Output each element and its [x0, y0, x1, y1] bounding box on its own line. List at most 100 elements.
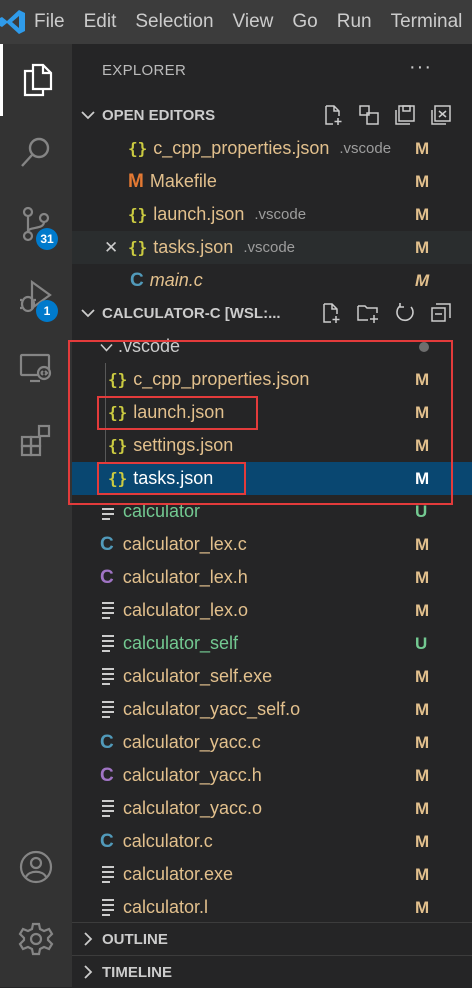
title-menubar: File Edit Selection View Go Run Terminal [0, 0, 472, 44]
file-icon [102, 899, 114, 916]
explorer-activity[interactable] [0, 44, 72, 116]
file-icon [102, 602, 114, 619]
menu-edit[interactable]: Edit [76, 0, 128, 44]
menu-go[interactable]: Go [284, 0, 328, 44]
extensions-icon [20, 424, 51, 457]
file-item[interactable]: calculator_self.exe M [72, 660, 472, 693]
highlight-box-launch-json [97, 396, 258, 430]
git-status-badge: M [415, 270, 430, 290]
workspace-folder-header[interactable]: CALCULATOR-C [WSL:... [72, 297, 472, 329]
refresh-icon[interactable] [394, 302, 416, 324]
open-editor-folder: .vscode [339, 140, 392, 157]
manage-activity[interactable] [0, 903, 72, 975]
open-editor-item[interactable]: {} launch.json .vscode M [72, 198, 472, 231]
new-file-icon[interactable] [320, 302, 342, 324]
open-editor-name: c_cpp_properties.json [153, 138, 330, 158]
vscode-logo-icon[interactable] [0, 0, 26, 44]
chevron-right-icon [74, 965, 102, 979]
toggle-vertical-layout-icon[interactable] [358, 104, 380, 126]
more-actions-button[interactable]: ··· [409, 56, 432, 79]
file-name: calculator_self [123, 633, 239, 653]
outline-title: OUTLINE [102, 930, 168, 948]
git-status-badge: M [415, 138, 430, 158]
menu-selection[interactable]: Selection [127, 0, 224, 44]
open-editors-title: OPEN EDITORS [102, 106, 216, 124]
git-status-badge: U [415, 633, 428, 653]
accounts-activity[interactable] [0, 831, 72, 903]
file-item[interactable]: C calculator_lex.c M [72, 528, 472, 561]
remote-explorer-icon [19, 353, 52, 383]
git-status-badge: M [415, 534, 430, 554]
gear-icon [18, 922, 54, 956]
file-name: calculator_yacc.h [122, 765, 262, 785]
open-editor-folder: .vscode [254, 206, 307, 223]
timeline-header[interactable]: TIMELINE [72, 956, 472, 988]
file-item[interactable]: C calculator_lex.h M [72, 561, 472, 594]
file-item[interactable]: calculator_lex.o M [72, 594, 472, 627]
timeline-title: TIMELINE [102, 963, 172, 981]
makefile-icon: M [128, 170, 144, 192]
open-editor-item[interactable]: M Makefile M [72, 165, 472, 198]
c-icon: C [100, 533, 114, 555]
search-icon [21, 137, 50, 167]
file-item[interactable]: calculator.exe M [72, 858, 472, 891]
remote-explorer-activity[interactable] [0, 332, 72, 404]
file-icon [102, 668, 114, 685]
highlight-box-tasks-json [97, 462, 246, 495]
source-control-activity[interactable]: 31 [0, 188, 72, 260]
debug-badge: 1 [36, 300, 58, 322]
new-folder-icon[interactable] [356, 302, 380, 324]
menu-run[interactable]: Run [329, 0, 383, 44]
workspace-title: CALCULATOR-C [WSL:... [102, 304, 281, 322]
collapse-all-icon[interactable] [430, 302, 452, 324]
open-editors-header[interactable]: OPEN EDITORS [72, 99, 472, 131]
file-name: calculator.l [123, 897, 209, 917]
file-name: calculator_yacc_self.o [123, 699, 301, 719]
chevron-right-icon [74, 932, 102, 946]
open-editor-name: main.c [149, 270, 203, 290]
chevron-down-icon [74, 110, 102, 120]
activity-bar: 31 1 [0, 44, 72, 987]
file-item[interactable]: calculator_yacc_self.o M [72, 693, 472, 726]
file-icon [102, 635, 114, 652]
file-item[interactable]: calculator_self U [72, 627, 472, 660]
file-name: calculator_lex.o [123, 600, 249, 620]
git-status-badge: M [415, 864, 430, 884]
file-icon [102, 800, 114, 817]
outline-header[interactable]: OUTLINE [72, 923, 472, 955]
file-item[interactable]: C calculator_yacc.c M [72, 726, 472, 759]
file-item[interactable]: calculator_yacc.o M [72, 792, 472, 825]
save-all-icon[interactable] [394, 104, 416, 126]
json-icon: {} [128, 238, 148, 257]
chevron-down-icon [74, 308, 102, 318]
run-debug-activity[interactable]: 1 [0, 260, 72, 332]
menu-terminal[interactable]: Terminal [383, 0, 472, 44]
file-item[interactable]: C calculator.c M [72, 825, 472, 858]
close-icon[interactable]: ✕ [104, 238, 122, 258]
file-icon [102, 701, 114, 718]
c-icon: C [130, 269, 144, 291]
open-editor-name: Makefile [149, 171, 217, 191]
h-icon: C [100, 764, 114, 786]
git-status-badge: M [415, 666, 430, 686]
open-editor-folder: .vscode [243, 239, 296, 256]
close-all-editors-icon[interactable] [430, 104, 452, 126]
open-editor-item[interactable]: ✕ {} tasks.json .vscode M [72, 231, 472, 264]
open-editor-item[interactable]: C main.c M [72, 264, 472, 297]
file-item[interactable]: calculator.l M [72, 891, 472, 924]
git-status-badge: M [415, 171, 430, 191]
menu-file[interactable]: File [26, 0, 76, 44]
search-activity[interactable] [0, 116, 72, 188]
file-item[interactable]: C calculator_yacc.h M [72, 759, 472, 792]
new-untitled-file-icon[interactable] [322, 104, 344, 126]
menu-view[interactable]: View [225, 0, 285, 44]
account-icon [19, 850, 53, 884]
git-status-badge: M [415, 204, 430, 224]
open-editor-item[interactable]: {} c_cpp_properties.json .vscode M [72, 132, 472, 165]
extensions-activity[interactable] [0, 404, 72, 476]
json-icon: {} [128, 205, 148, 224]
file-name: calculator.exe [123, 864, 234, 884]
git-status-badge: M [415, 831, 430, 851]
file-name: calculator.c [122, 831, 213, 851]
c-icon: C [100, 731, 114, 753]
